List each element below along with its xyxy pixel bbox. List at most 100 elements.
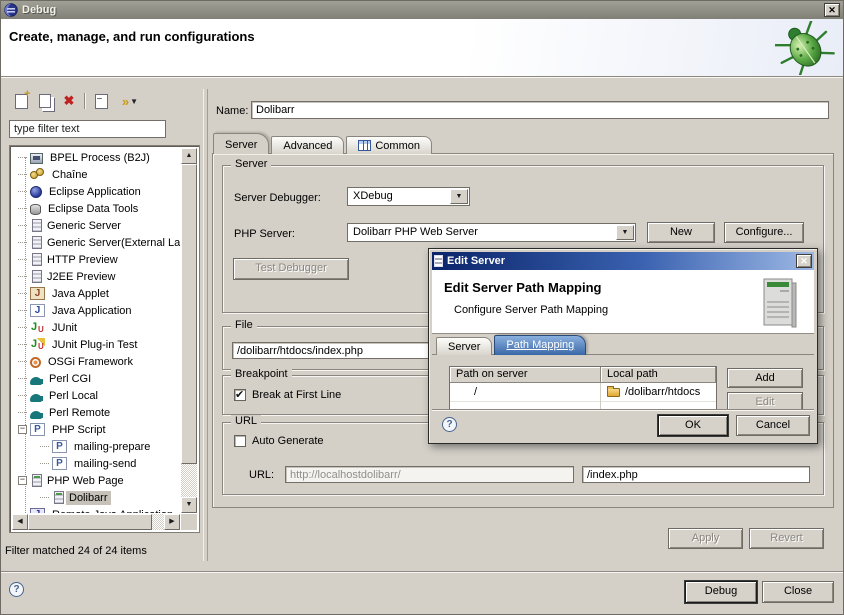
window-close-button[interactable]: ✕ (824, 3, 840, 17)
applet-icon (30, 287, 45, 300)
junitp-icon (30, 338, 45, 351)
tree-vertical-scrollbar[interactable]: ▲ ▼ (181, 148, 197, 513)
tree-item-mailing-prepare[interactable]: mailing-prepare (12, 438, 180, 455)
server-icon (434, 255, 443, 267)
tree-guide-line (18, 242, 27, 243)
tree-item-http-preview[interactable]: HTTP Preview (12, 251, 180, 268)
tree-guide-line (18, 412, 27, 413)
name-field[interactable]: Dolibarr (251, 101, 829, 119)
computer-icon (30, 153, 43, 164)
tree-item-php-script[interactable]: −PHP Script (12, 421, 180, 438)
scroll-left-icon[interactable]: ◀ (12, 514, 28, 530)
camel-icon (30, 377, 42, 385)
apply-button[interactable]: Apply (668, 528, 743, 549)
filter-icon: » (122, 94, 128, 109)
filter-menu-button[interactable]: »▼ (113, 90, 147, 112)
close-button[interactable]: Close (762, 581, 834, 603)
tree-guide-line (40, 463, 49, 464)
scroll-up-icon[interactable]: ▲ (181, 148, 197, 164)
tab-path-mapping[interactable]: Path Mapping (494, 335, 586, 355)
ok-button[interactable]: OK (658, 415, 728, 436)
window-title: Debug (22, 4, 56, 16)
tab-advanced[interactable]: Advanced (271, 136, 344, 154)
tree-item-bpel-process-b2j-[interactable]: BPEL Process (B2J) (12, 149, 180, 166)
vertical-scroll-thumb[interactable] (181, 164, 197, 464)
server-graphic (756, 275, 802, 329)
tree-guide-line (18, 395, 27, 396)
dialog-close-button[interactable]: ✕ (796, 254, 812, 268)
tab-dialog-server[interactable]: Server (436, 337, 492, 355)
camel-icon (30, 411, 42, 419)
tree-item-remote-java-application[interactable]: Remote Java Application (12, 506, 180, 513)
php-icon (52, 457, 67, 470)
path-mapping-table: Path on server Local path //dolibarr/htd… (449, 366, 717, 412)
tree-item-eclipse-application[interactable]: Eclipse Application (12, 183, 180, 200)
tree-guide-line (40, 446, 49, 447)
dialog-heading: Edit Server Path Mapping (444, 280, 601, 295)
scroll-down-icon[interactable]: ▼ (181, 497, 197, 513)
server-icon (32, 270, 42, 283)
tree-item-dolibarr[interactable]: Dolibarr (12, 489, 180, 506)
toolbar-separator (84, 93, 86, 109)
banner-heading: Create, manage, and run configurations (9, 29, 255, 44)
panel-sash[interactable] (203, 89, 208, 561)
tree-item-junit[interactable]: JUnit (12, 319, 180, 336)
horizontal-scroll-thumb[interactable] (28, 514, 152, 530)
column-path-on-server[interactable]: Path on server (450, 367, 601, 383)
scroll-right-icon[interactable]: ▶ (164, 514, 180, 530)
php-icon (30, 423, 45, 436)
tree-item-eclipse-data-tools[interactable]: Eclipse Data Tools (12, 200, 180, 217)
tab-common[interactable]: Common (346, 136, 432, 154)
sphere-icon (30, 186, 42, 198)
tree-guide-line (18, 225, 27, 226)
tree-horizontal-scrollbar[interactable]: ◀ ▶ (12, 514, 180, 530)
collapse-all-button[interactable] (89, 90, 113, 112)
cancel-button[interactable]: Cancel (736, 415, 810, 436)
collapse-toggle-icon[interactable]: − (18, 476, 27, 485)
tree-item-j2ee-preview[interactable]: J2EE Preview (12, 268, 180, 285)
tree-item-cha-ne[interactable]: Chaîne (12, 166, 180, 183)
table-icon (358, 140, 371, 151)
server-icon (32, 219, 42, 232)
tree-item-generic-server-external-la[interactable]: Generic Server(External La (12, 234, 180, 251)
debug-bug-icon (775, 21, 835, 75)
tree-item-junit-plug-in-test[interactable]: JUnit Plug-in Test (12, 336, 180, 353)
php-icon (52, 440, 67, 453)
tree-item-perl-remote[interactable]: Perl Remote (12, 404, 180, 421)
window-titlebar[interactable]: Debug ✕ (1, 1, 843, 19)
collapse-toggle-icon[interactable]: − (18, 425, 27, 434)
remotejava-icon (30, 508, 45, 513)
tree-item-java-applet[interactable]: Java Applet (12, 285, 180, 302)
tree-item-generic-server[interactable]: Generic Server (12, 217, 180, 234)
tab-server[interactable]: Server (213, 133, 269, 154)
tree-guide-line (40, 497, 49, 498)
tree-item-perl-cgi[interactable]: Perl CGI (12, 370, 180, 387)
filter-status: Filter matched 24 of 24 items (5, 545, 147, 557)
delete-icon: ✖ (64, 93, 75, 109)
tree-item-perl-local[interactable]: Perl Local (12, 387, 180, 404)
tree-item-java-application[interactable]: Java Application (12, 302, 180, 319)
launch-config-tree: BPEL Process (B2J)ChaîneEclipse Applicat… (9, 145, 200, 533)
help-icon[interactable]: ? (9, 582, 24, 597)
tree-item-php-web-page[interactable]: −PHP Web Page (12, 472, 180, 489)
config-tab-folder: Server Advanced Common (213, 133, 434, 154)
debug-button[interactable]: Debug (685, 581, 757, 603)
revert-button[interactable]: Revert (749, 528, 824, 549)
tree-item-mailing-send[interactable]: mailing-send (12, 455, 180, 472)
debug-window: Debug ✕ Create, manage, and run configur… (0, 0, 844, 615)
dialog-subheading: Configure Server Path Mapping (454, 304, 608, 316)
new-config-icon (15, 94, 28, 109)
add-mapping-button[interactable]: Add (727, 368, 803, 388)
column-local-path[interactable]: Local path (601, 367, 716, 383)
path-mapping-row[interactable]: //dolibarr/htdocs (450, 383, 716, 402)
delete-config-button[interactable]: ✖ (57, 90, 81, 112)
camel-icon (30, 394, 42, 402)
dialog-help-icon[interactable]: ? (442, 417, 457, 432)
tree-guide-line (18, 157, 27, 158)
tree-item-osgi-framework[interactable]: OSGi Framework (12, 353, 180, 370)
new-config-button[interactable] (9, 90, 33, 112)
edit-server-titlebar[interactable]: Edit Server ✕ (432, 252, 814, 270)
type-filter-input[interactable] (9, 120, 166, 138)
duplicate-config-button[interactable] (33, 90, 57, 112)
dialog-title: Edit Server (447, 255, 796, 267)
